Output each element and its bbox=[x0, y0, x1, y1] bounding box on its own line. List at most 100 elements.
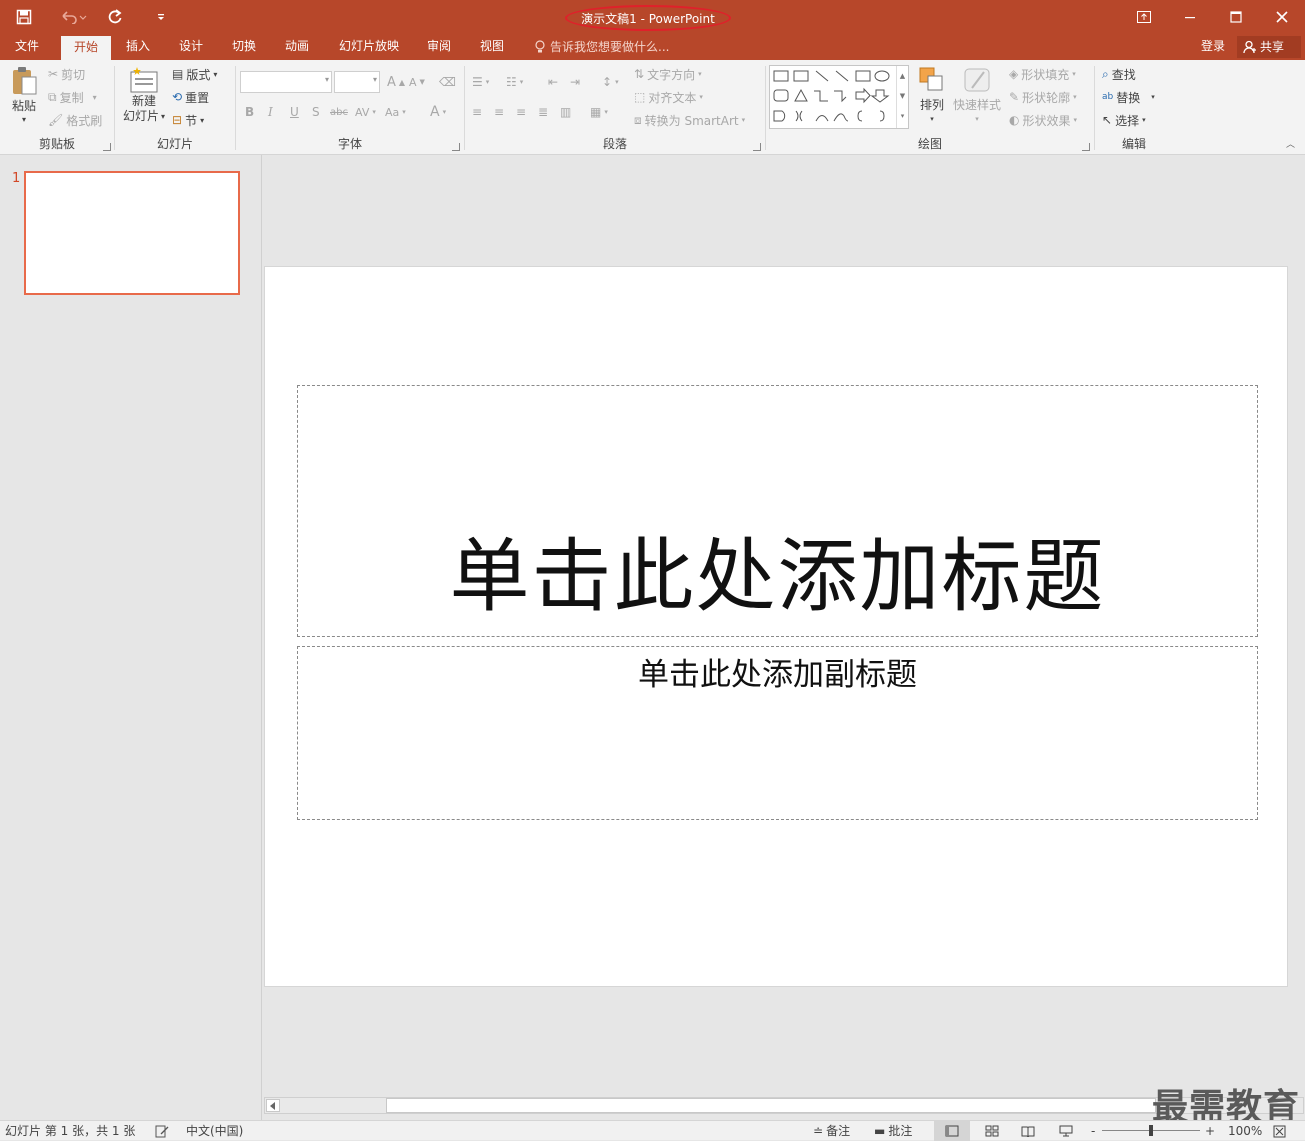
gallery-scroll[interactable]: ▲ ▼ ▾ bbox=[896, 66, 908, 128]
line-spacing-icon[interactable]: ↕ ▾ bbox=[602, 72, 619, 92]
quick-styles-button[interactable]: 快速样式 ▾ bbox=[953, 66, 1001, 130]
bold-icon[interactable]: B bbox=[245, 102, 254, 122]
text-shadow-icon[interactable]: S bbox=[312, 102, 320, 122]
zoom-in-button[interactable]: + bbox=[1205, 1121, 1215, 1141]
change-case-icon[interactable]: Aa ▾ bbox=[385, 102, 406, 122]
justify-icon[interactable]: ≣ bbox=[538, 102, 548, 122]
cut-button[interactable]: ✂ 剪切 bbox=[48, 64, 85, 84]
zoom-thumb[interactable] bbox=[1149, 1125, 1153, 1136]
collapse-ribbon-icon[interactable]: ︿ bbox=[1286, 137, 1295, 150]
numbering-icon[interactable]: ☷ ▾ bbox=[506, 72, 523, 92]
tell-me-search[interactable]: 告诉我您想要做什么... bbox=[534, 34, 669, 60]
select-button[interactable]: ↖ 选择 ▾ bbox=[1102, 110, 1146, 130]
tab-slideshow[interactable]: 幻灯片放映 bbox=[329, 34, 409, 60]
shape-effects-button[interactable]: ◐ 形状效果 ▾ bbox=[1009, 110, 1077, 130]
tab-design[interactable]: 设计 bbox=[168, 34, 214, 60]
redo-icon[interactable] bbox=[100, 0, 130, 34]
normal-view-icon[interactable] bbox=[934, 1121, 970, 1141]
shape-fill-button[interactable]: ◈ 形状填充 ▾ bbox=[1009, 64, 1076, 84]
shrink-font-icon[interactable]: A ▼ bbox=[409, 72, 425, 92]
shapes-gallery[interactable]: ▲ ▼ ▾ bbox=[769, 65, 909, 129]
font-launcher-icon[interactable] bbox=[452, 143, 460, 151]
comments-button[interactable]: ▬ 批注 bbox=[874, 1121, 912, 1141]
maximize-icon[interactable] bbox=[1213, 0, 1259, 34]
zoom-out-button[interactable]: - bbox=[1091, 1121, 1095, 1141]
find-label: 查找 bbox=[1111, 67, 1136, 82]
align-left-icon[interactable]: ≡ bbox=[472, 102, 482, 122]
columns-icon[interactable]: ▦ ▾ bbox=[590, 102, 608, 122]
quick-styles-icon bbox=[964, 68, 990, 92]
align-text-button[interactable]: ⬚ 对齐文本 ▾ bbox=[634, 87, 703, 107]
notes-button[interactable]: ≐ 备注 bbox=[813, 1121, 850, 1141]
slide-sorter-icon[interactable] bbox=[980, 1121, 1004, 1141]
find-button[interactable]: ⌕ 查找 bbox=[1102, 64, 1136, 84]
font-name-combo[interactable]: ▾ bbox=[240, 71, 332, 93]
char-spacing-icon[interactable]: AV ▾ bbox=[355, 102, 376, 122]
bullets-icon[interactable]: ☰ ▾ bbox=[472, 72, 489, 92]
customize-icon[interactable] bbox=[146, 0, 176, 34]
slide-canvas[interactable]: 单击此处添加标题 单击此处添加副标题 bbox=[264, 266, 1288, 987]
reading-view-icon[interactable] bbox=[1016, 1121, 1040, 1141]
fit-to-window-icon[interactable] bbox=[1273, 1121, 1286, 1141]
tab-file[interactable]: 文件 bbox=[0, 34, 54, 60]
tab-animations[interactable]: 动画 bbox=[274, 34, 320, 60]
align-right-icon[interactable]: ≡ bbox=[516, 102, 526, 122]
new-slide-button[interactable]: 新建 幻灯片 ▾ bbox=[120, 66, 168, 130]
font-size-combo[interactable]: ▾ bbox=[334, 71, 380, 93]
align-center-icon[interactable]: ≡ bbox=[494, 102, 504, 122]
decrease-indent-icon[interactable]: ⇤ bbox=[548, 72, 558, 92]
zoom-level[interactable]: 100% bbox=[1228, 1121, 1262, 1141]
undo-icon[interactable] bbox=[55, 0, 91, 34]
clear-format-icon[interactable]: ⌫ bbox=[439, 72, 456, 92]
close-icon[interactable] bbox=[1259, 0, 1305, 34]
subtitle-placeholder[interactable]: 单击此处添加副标题 bbox=[297, 646, 1258, 820]
save-icon[interactable] bbox=[9, 0, 39, 34]
title-placeholder[interactable]: 单击此处添加标题 bbox=[297, 385, 1258, 637]
layout-icon: ▤ bbox=[172, 67, 184, 81]
slide-thumbnail[interactable] bbox=[24, 171, 240, 295]
font-group: ▾ ▾ A ▲ A ▼ ⌫ B I U S abc AV ▾ Aa ▾ A ▾ 字体 bbox=[237, 60, 463, 155]
scroll-thumb[interactable] bbox=[386, 1098, 1156, 1113]
clipboard-launcher-icon[interactable] bbox=[103, 143, 111, 151]
tab-insert[interactable]: 插入 bbox=[115, 34, 161, 60]
minimize-icon[interactable] bbox=[1167, 0, 1213, 34]
grow-font-icon[interactable]: A ▲ bbox=[387, 72, 405, 92]
drawing-launcher-icon[interactable] bbox=[1082, 143, 1090, 151]
tab-transitions[interactable]: 切换 bbox=[221, 34, 267, 60]
italic-icon[interactable]: I bbox=[268, 102, 273, 122]
arrange-button[interactable]: 排列 ▾ bbox=[915, 66, 949, 130]
increase-indent-icon[interactable]: ⇥ bbox=[570, 72, 580, 92]
slideshow-view-icon[interactable] bbox=[1054, 1121, 1078, 1141]
underline-icon[interactable]: U bbox=[290, 102, 299, 122]
horizontal-scrollbar[interactable] bbox=[264, 1097, 1304, 1115]
share-button[interactable]: 共享 bbox=[1237, 36, 1301, 58]
paste-button[interactable]: 粘贴 ▾ bbox=[6, 66, 42, 128]
text-direction-button[interactable]: ⇅ 文字方向 ▾ bbox=[634, 64, 702, 84]
title-placeholder-text: 单击此处添加标题 bbox=[449, 530, 1106, 623]
copy-button[interactable]: ⧉ 复制 ▾ bbox=[48, 87, 97, 107]
login-link[interactable]: 登录 bbox=[1201, 34, 1225, 60]
smartart-button[interactable]: ⧈ 转换为 SmartArt ▾ bbox=[634, 110, 745, 130]
language-indicator[interactable]: 中文(中国) bbox=[186, 1121, 243, 1141]
distribute-icon[interactable]: ▥ bbox=[560, 102, 571, 122]
group-divider bbox=[114, 66, 115, 150]
shape-outline-button[interactable]: ✎ 形状轮廓 ▾ bbox=[1009, 87, 1077, 107]
reset-button[interactable]: ⟲ 重置 bbox=[172, 87, 209, 107]
clipboard-group-label: 剪贴板 bbox=[38, 137, 75, 151]
section-button[interactable]: ⊟ 节 ▾ bbox=[172, 110, 204, 130]
font-color-icon[interactable]: A ▾ bbox=[430, 102, 446, 122]
spell-check-icon[interactable] bbox=[155, 1121, 169, 1141]
tab-home[interactable]: 开始 bbox=[61, 36, 111, 60]
zoom-slider[interactable] bbox=[1102, 1121, 1200, 1141]
group-divider bbox=[235, 66, 236, 150]
strikethrough-icon[interactable]: abc bbox=[330, 102, 348, 122]
reset-icon: ⟲ bbox=[172, 90, 183, 104]
tab-review[interactable]: 审阅 bbox=[416, 34, 462, 60]
ribbon-display-icon[interactable] bbox=[1121, 0, 1167, 34]
tab-view[interactable]: 视图 bbox=[469, 34, 515, 60]
format-painter-button[interactable]: 🖌 格式刷 bbox=[48, 110, 102, 130]
layout-button[interactable]: ▤ 版式 ▾ bbox=[172, 64, 217, 84]
scroll-left-icon[interactable] bbox=[266, 1099, 280, 1112]
replace-button[interactable]: ab 替换 ▾ bbox=[1102, 87, 1155, 107]
paragraph-launcher-icon[interactable] bbox=[753, 143, 761, 151]
